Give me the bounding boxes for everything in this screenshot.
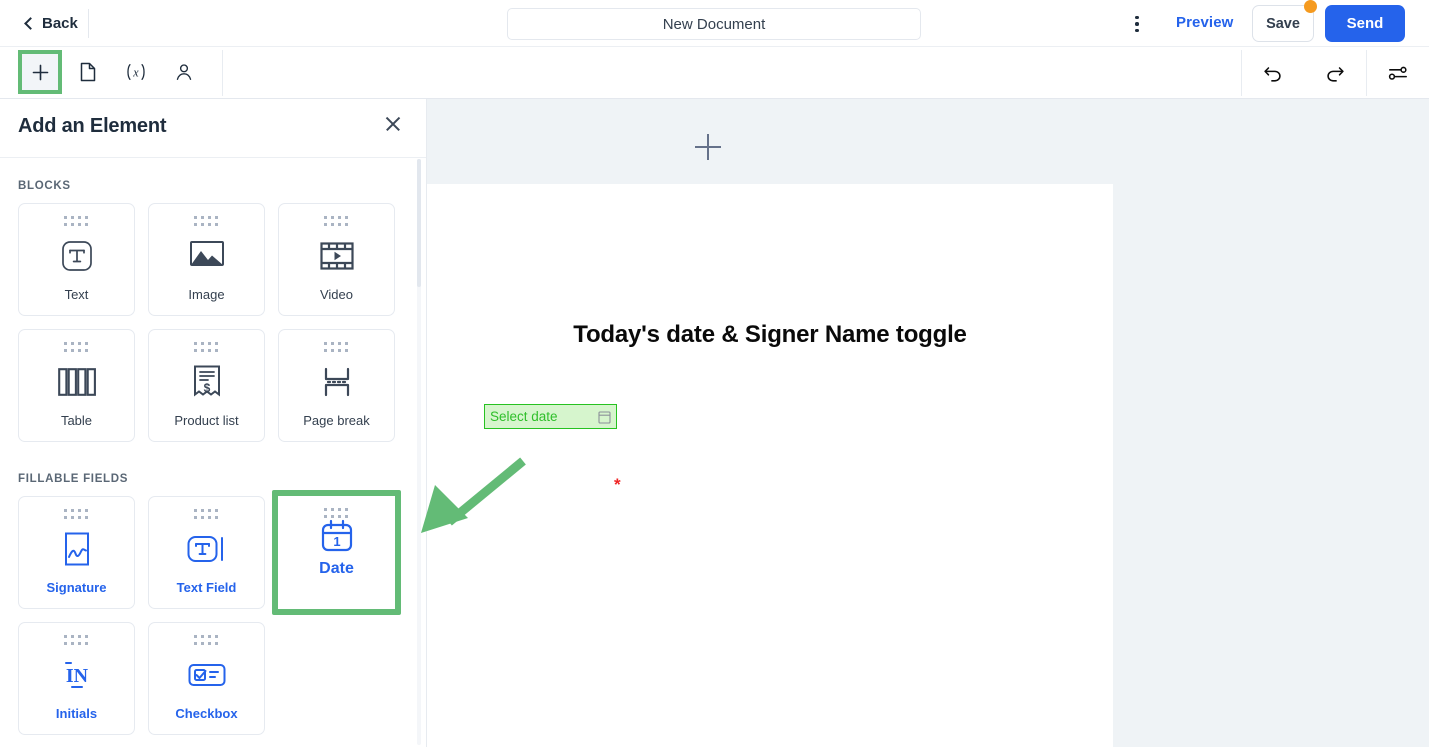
- element-card-label: Date: [319, 560, 354, 577]
- back-button[interactable]: Back: [24, 14, 78, 32]
- element-card-label: Image: [188, 287, 225, 302]
- add-block-button[interactable]: [695, 134, 721, 160]
- video-icon: [319, 225, 354, 287]
- vertical-ellipsis-icon: [1135, 28, 1139, 33]
- redo-arrow-icon: [1327, 67, 1344, 82]
- page-heading[interactable]: Today's date & Signer Name toggle: [510, 321, 1030, 349]
- svg-text:$: $: [203, 381, 210, 395]
- date-field-placeholder: Select date: [490, 409, 558, 424]
- plus-icon: [32, 64, 48, 80]
- document-page: Today's date & Signer Name toggle Select…: [427, 184, 1113, 747]
- calendar-icon: [598, 411, 611, 424]
- svg-text:IN: IN: [65, 665, 88, 687]
- send-button[interactable]: Send: [1325, 5, 1405, 42]
- toolbar-left-group: x: [18, 50, 206, 94]
- recipients-tool-button[interactable]: [162, 50, 206, 94]
- editor-toolbar: x: [0, 47, 1429, 99]
- element-card-label: Initials: [55, 706, 98, 721]
- document-page-icon: [80, 62, 96, 82]
- element-card-initials[interactable]: IN Initials: [18, 622, 135, 735]
- pages-tool-button[interactable]: [66, 50, 110, 94]
- section-label-fillable-fields: FILLABLE FIELDS: [18, 473, 129, 485]
- undo-button[interactable]: [1242, 50, 1304, 96]
- element-card-label: Page break: [303, 413, 370, 428]
- sidebar-scrollbar-thumb[interactable]: [417, 159, 421, 287]
- required-marker: *: [614, 475, 621, 494]
- element-card-signature[interactable]: Signature: [18, 496, 135, 609]
- text-block-icon: [59, 225, 95, 287]
- top-bar: Back Preview Save Send: [0, 0, 1429, 47]
- add-element-panel: Add an Element BLOCKS Text Image Video T…: [0, 99, 427, 747]
- element-card-image[interactable]: Image: [148, 203, 265, 316]
- element-card-table[interactable]: Table: [18, 329, 135, 442]
- undo-arrow-icon: [1264, 67, 1281, 82]
- more-options-button[interactable]: [1126, 10, 1148, 38]
- blocks-grid: Text Image Video Table $ Product list Pa…: [18, 203, 408, 442]
- element-card-label: Signature: [46, 580, 107, 595]
- drag-handle-icon[interactable]: [324, 508, 349, 519]
- element-card-video[interactable]: Video: [278, 203, 395, 316]
- svg-text:x: x: [132, 65, 139, 79]
- element-card-text-field[interactable]: Text Field: [148, 496, 265, 609]
- product-list-icon: $: [192, 351, 222, 413]
- checkbox-icon: [188, 644, 226, 706]
- calendar-date-icon: 1: [320, 519, 354, 560]
- date-field-widget[interactable]: Select date: [484, 404, 617, 429]
- unsaved-changes-badge: [1304, 0, 1317, 13]
- fillable-fields-grid: Signature Text Field 1 Date IN Initials …: [18, 490, 408, 735]
- back-button-label: Back: [42, 14, 78, 32]
- toolbar-right-group: [1241, 50, 1429, 96]
- person-icon: [176, 64, 192, 80]
- panel-body: BLOCKS Text Image Video Table $ Product …: [0, 158, 426, 735]
- vertical-ellipsis-icon: [1135, 15, 1139, 20]
- text-field-icon: [187, 518, 227, 580]
- variable-x-icon: x: [127, 63, 145, 81]
- sliders-icon: [1388, 66, 1407, 80]
- element-card-label: Text Field: [176, 580, 237, 595]
- element-card-label: Video: [319, 287, 353, 302]
- element-card-page-break[interactable]: Page break: [278, 329, 395, 442]
- image-icon: [189, 225, 224, 287]
- svg-text:1: 1: [333, 534, 340, 549]
- section-label-blocks: BLOCKS: [18, 180, 71, 192]
- element-card-label: Text: [64, 287, 89, 302]
- canvas-toolstrip: [427, 99, 1429, 184]
- panel-title: Add an Element: [18, 115, 167, 137]
- preview-button[interactable]: Preview: [1176, 14, 1233, 31]
- element-card-product-list[interactable]: $ Product list: [148, 329, 265, 442]
- add-element-tool-button[interactable]: [18, 50, 62, 94]
- toolbar-divider: [222, 50, 223, 96]
- element-card-checkbox[interactable]: Checkbox: [148, 622, 265, 735]
- element-card-label: Checkbox: [175, 706, 238, 721]
- element-card-label: Product list: [174, 413, 239, 428]
- redo-button[interactable]: [1304, 50, 1366, 96]
- chevron-left-icon: [24, 16, 37, 30]
- element-card-text[interactable]: Text: [18, 203, 135, 316]
- document-title-input[interactable]: [507, 8, 921, 40]
- toolbar-divider: [88, 9, 89, 38]
- signature-icon: [62, 518, 92, 580]
- document-canvas: Today's date & Signer Name toggle Select…: [427, 99, 1429, 747]
- element-card-label: Table: [60, 413, 93, 428]
- app-root: Back Preview Save Send: [0, 0, 1429, 747]
- variables-tool-button[interactable]: x: [114, 50, 158, 94]
- close-panel-button[interactable]: [382, 113, 404, 135]
- vertical-ellipsis-icon: [1135, 22, 1139, 26]
- element-card-date-selected[interactable]: 1 Date: [272, 490, 401, 615]
- table-icon: [57, 351, 96, 413]
- panel-header: Add an Element: [0, 99, 426, 158]
- page-break-icon: [320, 351, 354, 413]
- initials-icon: IN: [60, 644, 94, 706]
- element-card-date[interactable]: 1 Date: [278, 496, 395, 609]
- settings-button[interactable]: [1367, 50, 1429, 96]
